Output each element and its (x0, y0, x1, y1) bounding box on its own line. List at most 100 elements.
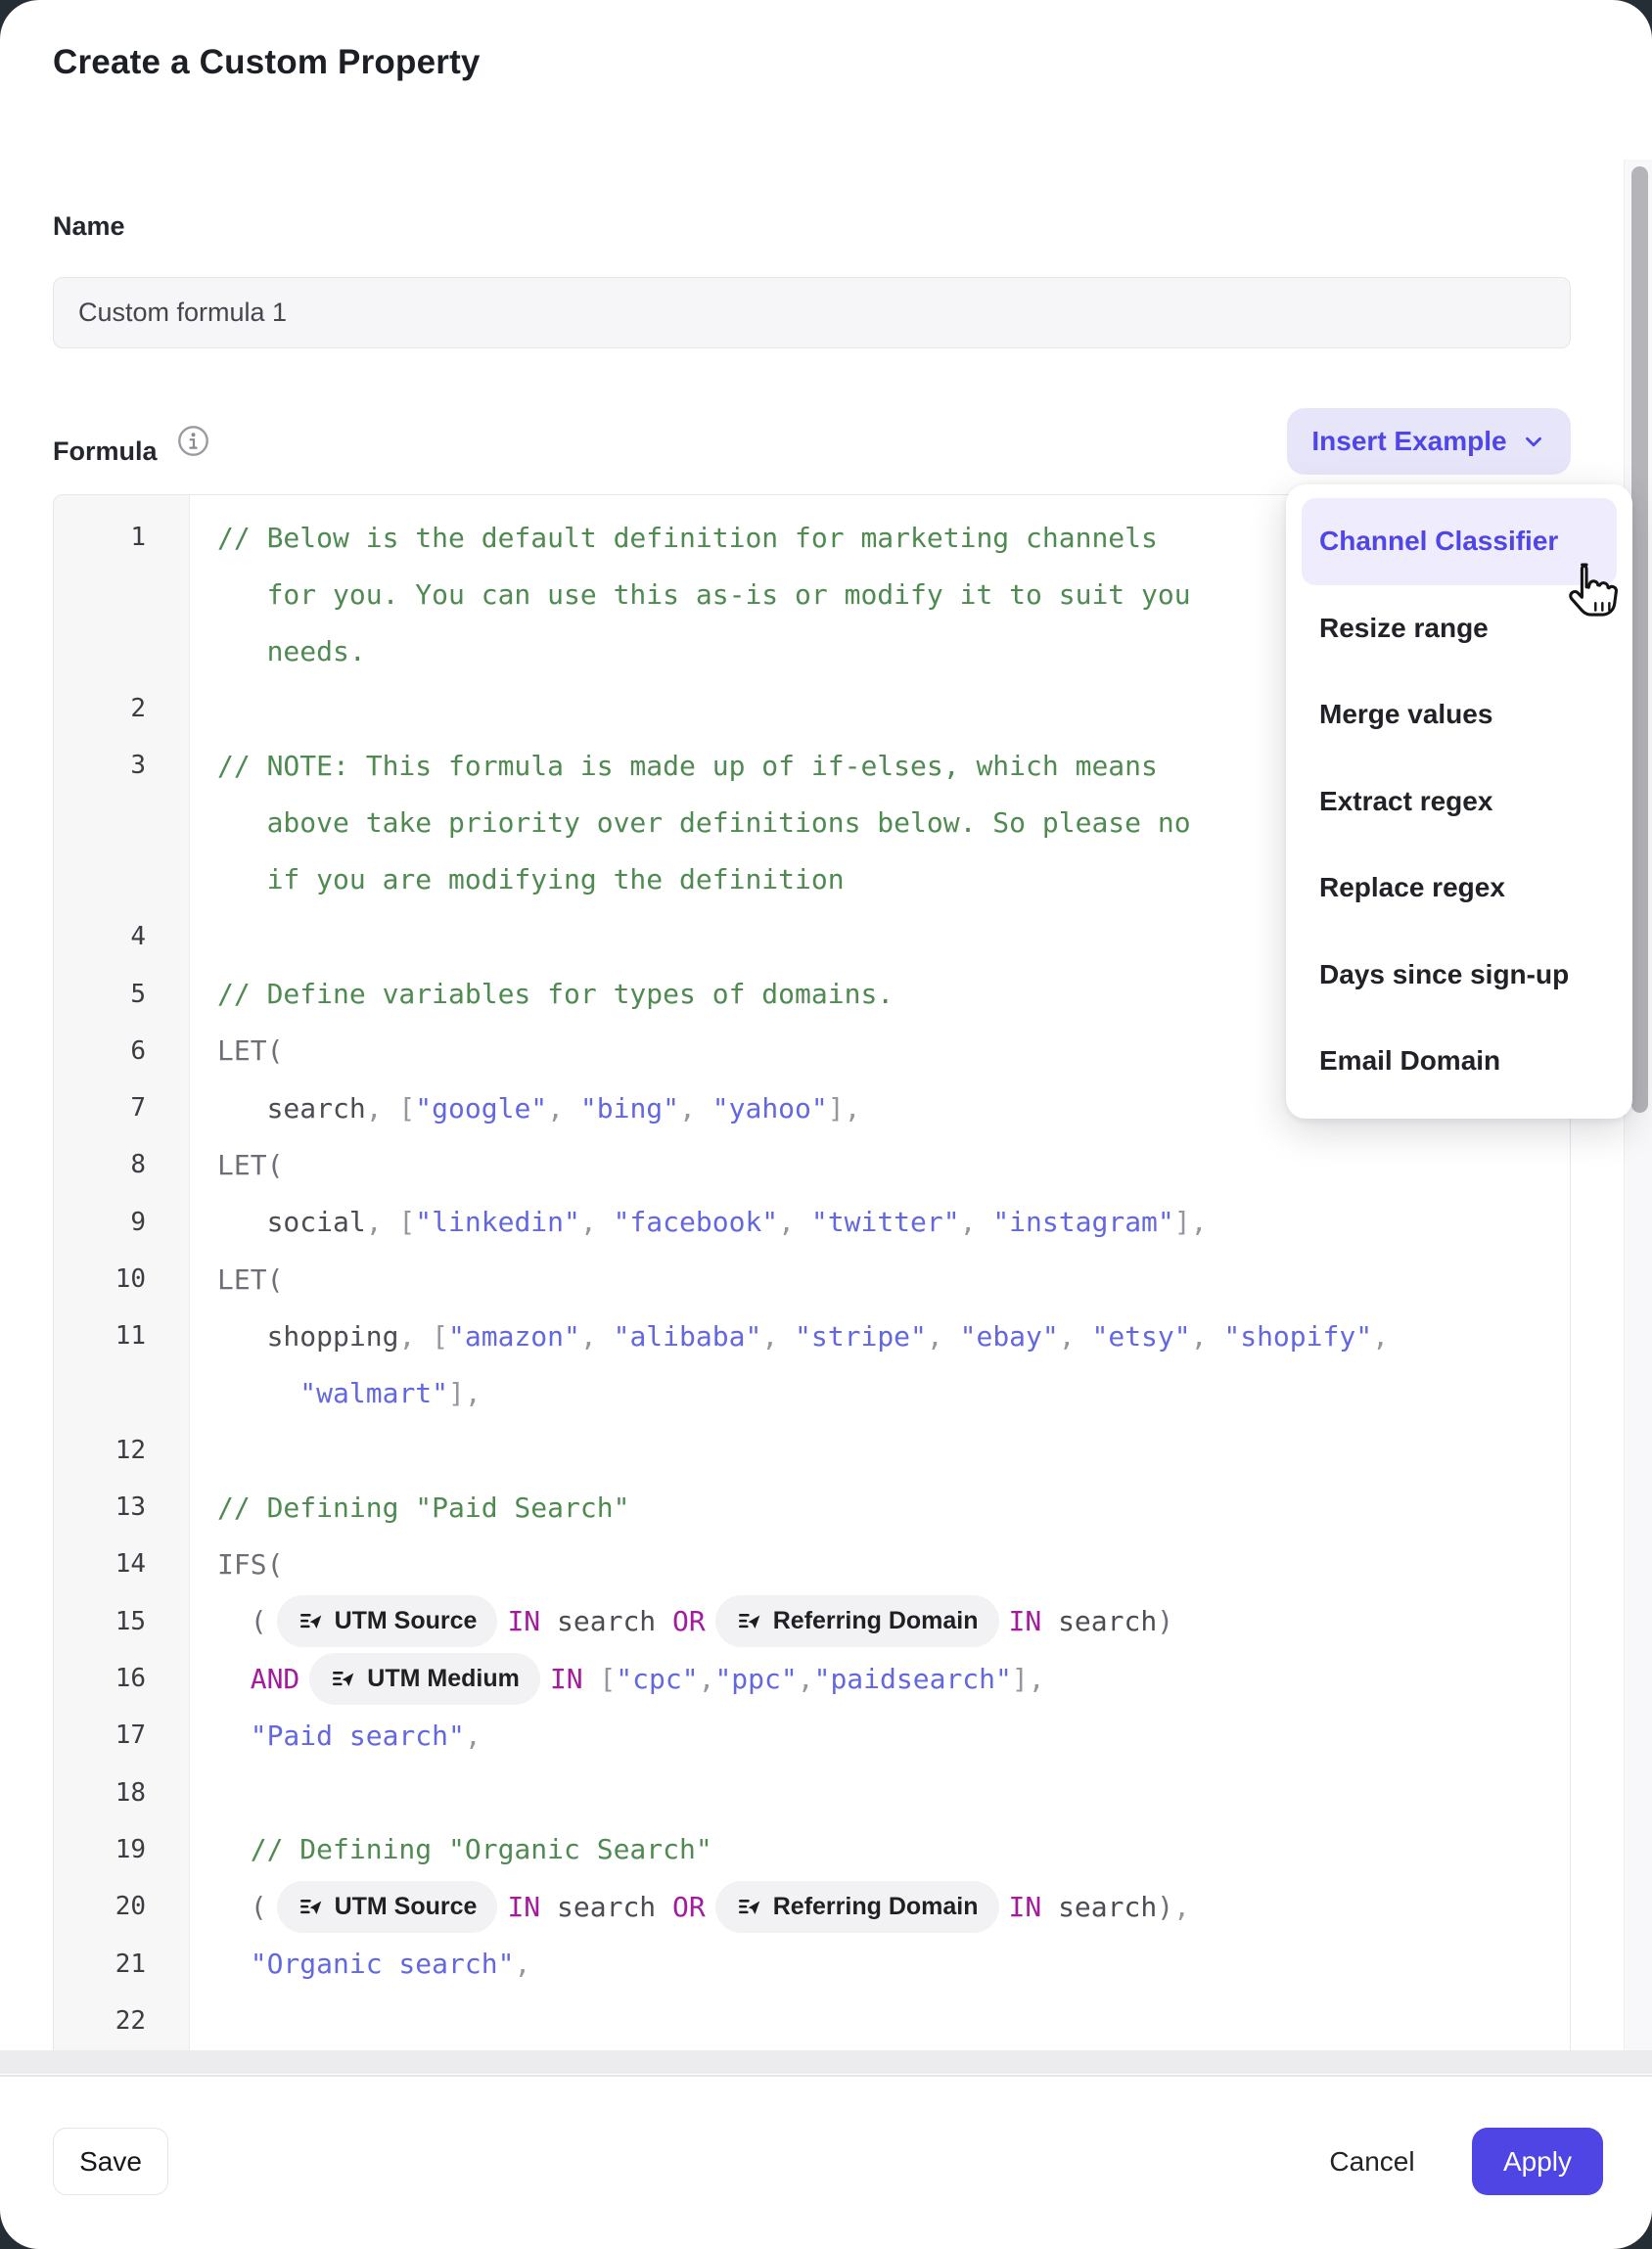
code-segment (217, 1377, 299, 1409)
property-token-label: UTM Medium (367, 1665, 520, 1693)
code-line[interactable]: IFS( (189, 1548, 1570, 1581)
code-segment: IFS( (217, 1548, 283, 1581)
property-token-pill[interactable]: UTM Source (277, 1881, 498, 1933)
save-button[interactable]: Save (53, 2128, 168, 2195)
code-segment: ( (217, 1605, 267, 1637)
code-line[interactable]: // Defining "Paid Search" (189, 1492, 1570, 1524)
code-row: 14 IFS( (54, 1536, 1570, 1592)
code-segment: ) (1157, 1891, 1173, 1923)
page-title: Create a Custom Property (53, 43, 481, 82)
property-token-label: UTM Source (335, 1893, 478, 1921)
code-segment: "shopify" (1223, 1320, 1372, 1353)
property-token-label: Referring Domain (773, 1893, 979, 1921)
name-input[interactable] (53, 277, 1571, 348)
line-number: 21 (54, 1950, 189, 1979)
code-row: 16 ANDUTM MediumIN ["cpc","ppc","paidsea… (54, 1650, 1570, 1707)
code-line[interactable]: // Defining "Organic Search" (189, 1833, 1570, 1865)
code-segment: ], (1174, 1206, 1208, 1238)
menu-item-days-since-sign-up[interactable]: Days since sign-up (1302, 932, 1617, 1019)
code-segment: [ (583, 1663, 617, 1695)
code-segment: , [ (366, 1092, 416, 1124)
code-line[interactable]: "Paid search", (189, 1720, 1570, 1752)
line-number: 10 (54, 1264, 189, 1294)
property-token-pill[interactable]: UTM Source (277, 1595, 498, 1647)
create-custom-property-modal: Create a Custom Property Name Formula In… (0, 0, 1652, 2249)
code-segment: IN (1009, 1891, 1042, 1923)
property-token-icon (736, 1608, 762, 1634)
line-number: 22 (54, 2006, 189, 2036)
code-segment: , (580, 1206, 614, 1238)
code-line[interactable]: ANDUTM MediumIN ["cpc","ppc","paidsearch… (189, 1653, 1570, 1705)
cancel-button[interactable]: Cancel (1304, 2128, 1441, 2195)
code-line[interactable]: "walmart"], (189, 1377, 1570, 1409)
code-segment: ) (1157, 1605, 1173, 1637)
line-number: 20 (54, 1892, 189, 1921)
code-segment: "alibaba" (614, 1320, 762, 1353)
menu-item-email-domain[interactable]: Email Domain (1302, 1018, 1617, 1105)
horizontal-scrollbar[interactable] (0, 2050, 1652, 2074)
code-segment: "amazon" (448, 1320, 580, 1353)
code-segment: "Organic search" (251, 1948, 515, 1980)
line-number: 18 (54, 1778, 189, 1808)
code-segment: ], (1012, 1663, 1045, 1695)
code-segment: search (540, 1605, 672, 1637)
apply-button[interactable]: Apply (1472, 2128, 1603, 2195)
line-number: 3 (54, 751, 189, 780)
code-segment: // Define variables for types of domains… (217, 978, 894, 1010)
code-segment: , (1372, 1320, 1389, 1353)
code-line[interactable]: LET( (189, 1149, 1570, 1181)
code-segment: "etsy" (1091, 1320, 1190, 1353)
code-segment: needs. (217, 635, 366, 667)
menu-item-merge-values[interactable]: Merge values (1302, 671, 1617, 758)
code-row: 13// Defining "Paid Search" (54, 1479, 1570, 1536)
code-line[interactable]: LET( (189, 1263, 1570, 1296)
insert-example-button[interactable]: Insert Example (1287, 408, 1571, 475)
code-row: 10LET( (54, 1251, 1570, 1308)
code-segment: LET( (217, 1034, 283, 1067)
code-segment: search (540, 1891, 672, 1923)
code-segment: ( (217, 1891, 267, 1923)
code-line[interactable]: (UTM SourceIN search ORReferring DomainI… (189, 1881, 1570, 1933)
property-token-pill[interactable]: Referring Domain (715, 1881, 999, 1933)
line-number: 4 (54, 922, 189, 951)
property-token-pill[interactable]: Referring Domain (715, 1595, 999, 1647)
code-row: 18 (54, 1765, 1570, 1821)
code-line[interactable]: shopping, ["amazon", "alibaba", "stripe"… (189, 1320, 1570, 1353)
code-segment: above take priority over definitions bel… (217, 806, 1191, 839)
code-segment: "Paid search" (251, 1720, 465, 1752)
code-segment: ], (828, 1092, 861, 1124)
line-number: 13 (54, 1492, 189, 1522)
code-segment: "instagram" (992, 1206, 1173, 1238)
code-row: 21 "Organic search", (54, 1935, 1570, 1992)
property-token-pill[interactable]: UTM Medium (309, 1653, 540, 1705)
info-icon[interactable] (177, 425, 209, 457)
code-segment: , (547, 1092, 580, 1124)
line-number: 12 (54, 1436, 189, 1465)
property-token-icon (298, 1608, 324, 1634)
code-segment: social (217, 1206, 366, 1238)
code-row: "walmart"], (54, 1364, 1570, 1421)
code-segment: IN (550, 1663, 583, 1695)
menu-item-extract-regex[interactable]: Extract regex (1302, 758, 1617, 846)
code-segment: , (798, 1663, 814, 1695)
vertical-scrollbar-thumb[interactable] (1631, 166, 1648, 1113)
code-line[interactable]: (UTM SourceIN search ORReferring DomainI… (189, 1595, 1570, 1647)
code-segment: "ebay" (960, 1320, 1059, 1353)
property-token-icon (298, 1894, 324, 1920)
code-segment: if you are modifying the definition (217, 863, 845, 895)
code-segment: "paidsearch" (814, 1663, 1012, 1695)
line-number: 9 (54, 1208, 189, 1237)
chevron-down-icon (1521, 429, 1546, 454)
line-number: 8 (54, 1150, 189, 1179)
footer-divider (0, 2075, 1652, 2077)
line-number: 14 (54, 1549, 189, 1579)
code-segment: // Defining "Organic Search" (217, 1833, 712, 1865)
property-token-icon (736, 1894, 762, 1920)
menu-item-replace-regex[interactable]: Replace regex (1302, 845, 1617, 932)
code-line[interactable]: "Organic search", (189, 1948, 1570, 1980)
code-segment: IN (507, 1605, 540, 1637)
code-segment: "bing" (580, 1092, 679, 1124)
code-segment: , (927, 1320, 960, 1353)
code-line[interactable]: social, ["linkedin", "facebook", "twitte… (189, 1206, 1570, 1238)
line-number: 16 (54, 1664, 189, 1693)
